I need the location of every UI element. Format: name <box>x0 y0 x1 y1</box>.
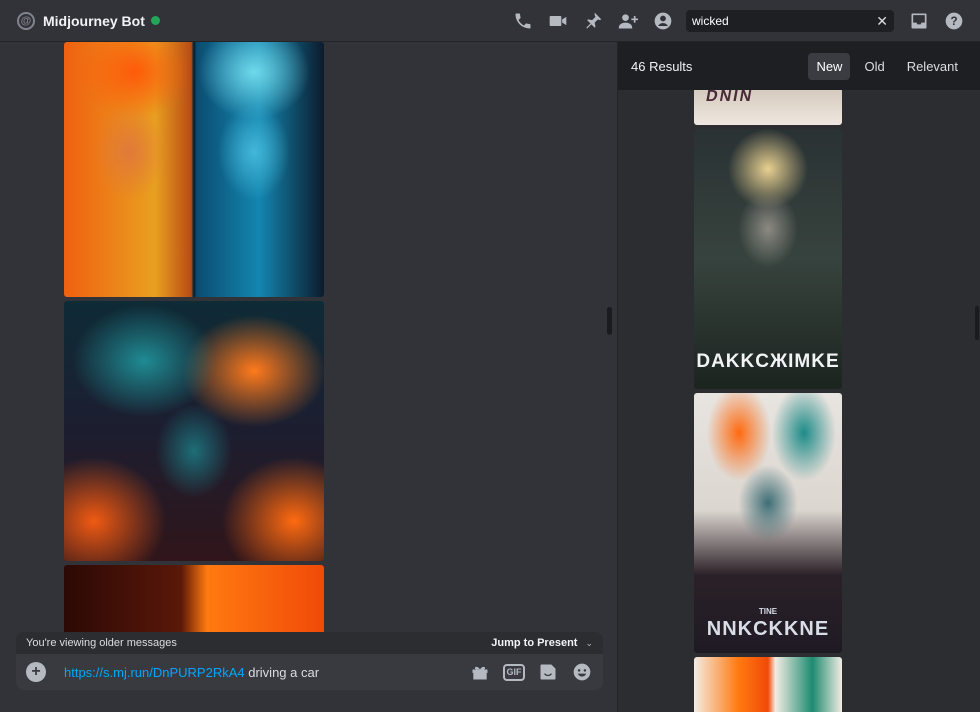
online-status-dot <box>150 16 160 25</box>
header-toolbar: wicked ✕ ? <box>500 0 980 42</box>
channel-title: Midjourney Bot <box>43 12 145 29</box>
poster-text: NNKCKKNE <box>706 618 830 640</box>
search-value: wicked <box>692 14 729 28</box>
tab-relevant[interactable]: Relevant <box>899 53 966 80</box>
at-icon: @ <box>17 11 35 30</box>
svg-text:?: ? <box>950 15 957 28</box>
message-text: driving a car <box>244 664 320 680</box>
poster-text: DAKKCЖIMKE <box>696 351 840 372</box>
channel-header: @ Midjourney Bot wicked ✕ ? <box>0 0 980 42</box>
generated-image-3[interactable] <box>64 565 324 635</box>
message-area <box>0 42 617 712</box>
result-image-3[interactable]: TINE NNKCKKNE <box>694 393 842 653</box>
poster-subtext: TINE <box>758 607 778 616</box>
profile-icon[interactable] <box>651 9 675 33</box>
inbox-icon[interactable] <box>907 9 931 33</box>
generated-image-1[interactable] <box>64 42 324 297</box>
sticker-icon[interactable] <box>537 661 559 683</box>
message-link[interactable]: https://s.mj.run/DnPURP2RkA4 <box>64 665 245 680</box>
chat-scrollbar[interactable] <box>607 307 612 335</box>
tab-old[interactable]: Old <box>856 53 892 80</box>
tab-new[interactable]: New <box>808 52 851 80</box>
clear-search-icon[interactable]: ✕ <box>876 13 888 30</box>
gif-icon[interactable]: GIF <box>503 661 525 683</box>
search-results-header: 46 Results New Old Relevant <box>618 42 980 90</box>
video-icon[interactable] <box>546 9 570 33</box>
message-composer[interactable]: + https://s.mj.run/DnPURP2RkA4 driving a… <box>16 654 603 690</box>
chevron-down-icon[interactable]: ⌄ <box>585 638 593 649</box>
phone-call-icon[interactable] <box>511 9 535 33</box>
older-messages-text: You're viewing older messages <box>26 637 177 649</box>
poster-text: DNIN <box>704 88 755 105</box>
app: @ Midjourney Bot wicked ✕ ? You're viewi… <box>0 0 980 712</box>
emoji-icon[interactable] <box>571 661 593 683</box>
search-results-panel: 46 Results New Old Relevant DNIN DAKKCЖI… <box>618 42 980 712</box>
older-messages-bar: You're viewing older messages Jump to Pr… <box>16 632 603 654</box>
result-image-4[interactable] <box>694 657 842 712</box>
gif-label: GIF <box>503 663 525 681</box>
message-input[interactable]: https://s.mj.run/DnPURP2RkA4 driving a c… <box>64 665 457 680</box>
result-image-2[interactable]: DAKKCЖIMKE <box>694 129 842 389</box>
plus-icon[interactable]: + <box>26 662 46 682</box>
results-count: 46 Results <box>631 58 693 74</box>
pin-icon[interactable] <box>581 9 605 33</box>
add-user-icon[interactable] <box>616 9 640 33</box>
results-scrollbar[interactable] <box>975 306 979 340</box>
help-icon[interactable]: ? <box>942 9 966 33</box>
search-input[interactable]: wicked ✕ <box>686 10 894 32</box>
generated-image-2[interactable] <box>64 301 324 561</box>
jump-to-present-button[interactable]: Jump to Present <box>491 637 577 649</box>
gift-icon[interactable] <box>469 661 491 683</box>
